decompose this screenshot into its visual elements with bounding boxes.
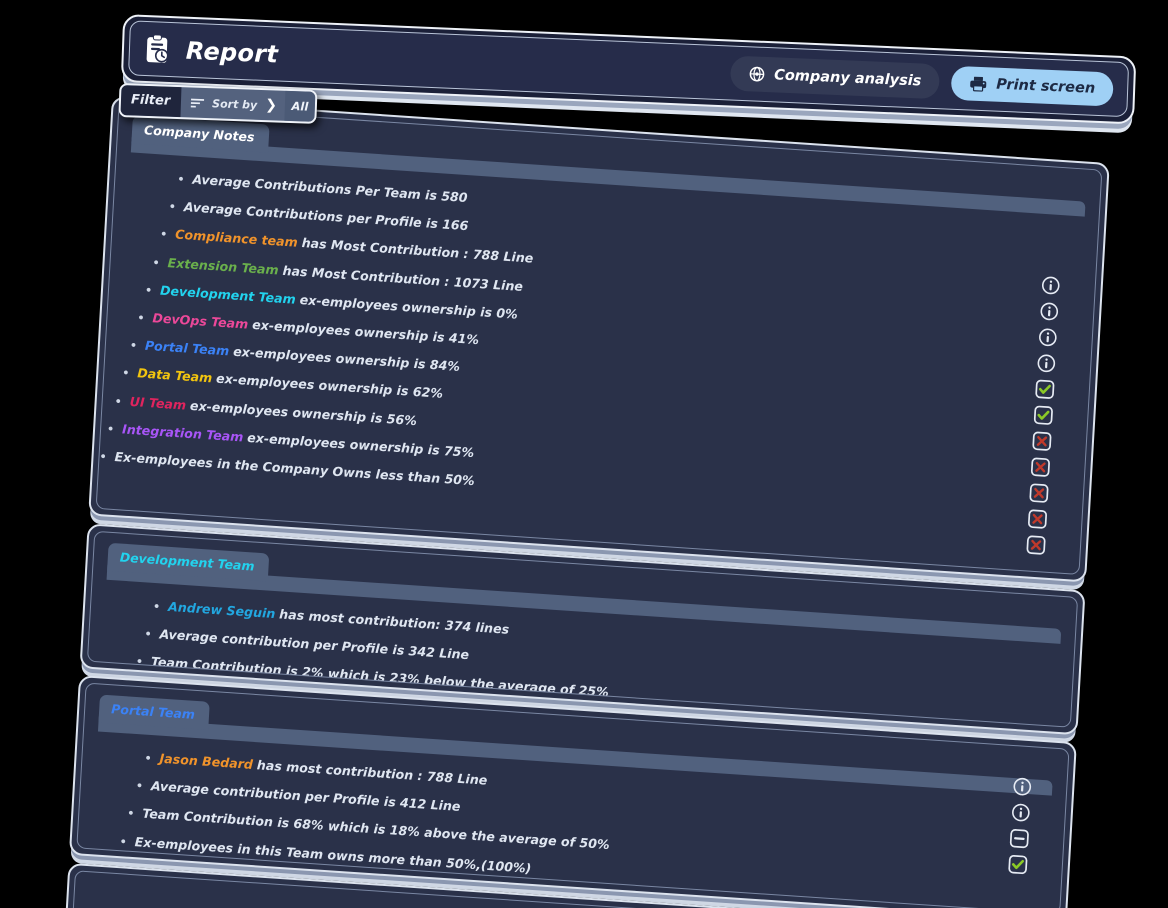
info-icon[interactable] [1036, 353, 1057, 374]
bullet-text: ex-employees ownership is 84% [232, 343, 461, 375]
info-icon[interactable] [1010, 802, 1031, 823]
bullet-text: has most contribution: 374 lines [278, 606, 510, 637]
bullet-text: ex-employees ownership is 41% [251, 316, 480, 348]
check-icon[interactable] [1007, 854, 1028, 875]
cross-icon[interactable] [1025, 534, 1046, 555]
clipboard-search-icon [146, 33, 169, 63]
bullet-text: ex-employees ownership is 0% [299, 291, 519, 322]
bullet-highlight: Extension Team [167, 254, 280, 278]
print-screen-label: Print screen [995, 76, 1096, 97]
check-icon[interactable] [1034, 379, 1055, 400]
info-icon[interactable] [1040, 275, 1061, 296]
sort-lines-icon[interactable] [190, 97, 205, 109]
bullet-highlight: Compliance team [174, 226, 299, 251]
sort-by-label[interactable]: Sort by [212, 97, 257, 112]
cross-icon[interactable] [1031, 431, 1052, 452]
bullet-highlight: Jason Bedard [159, 750, 254, 772]
status-icon-column [1025, 275, 1061, 556]
bullet-dot: • [168, 200, 177, 214]
bullet-text: has Most Contribution : 788 Line [301, 235, 534, 267]
bullet-dot: • [119, 834, 128, 849]
filter-all-chip[interactable]: All [284, 90, 316, 122]
bullet-dot: • [129, 338, 138, 353]
bullet-dot: • [144, 751, 152, 766]
bullet-dot: • [126, 806, 135, 821]
printer-icon [970, 76, 987, 92]
filter-label[interactable]: Filter [120, 85, 182, 118]
bullet-dot: • [121, 366, 130, 381]
bullet-dot: • [135, 655, 144, 669]
bullet-dot: • [152, 255, 161, 270]
filter-toolbar: Filter Sort by ❯ All [118, 83, 318, 124]
info-icon[interactable] [1039, 301, 1060, 322]
cross-icon[interactable] [1030, 457, 1051, 478]
info-icon[interactable] [1012, 776, 1033, 797]
page-title: Report [185, 36, 279, 69]
filter-toolbar-frame: Filter Sort by ❯ All [118, 83, 318, 124]
bullet-dot: • [152, 599, 161, 614]
check-icon[interactable] [1033, 405, 1054, 426]
minus-icon[interactable] [1009, 828, 1030, 849]
company-analysis-button[interactable]: Company analysis [729, 55, 940, 100]
panels-container: Company Notes • Average Contributions Per … [59, 96, 1130, 908]
bullet-dot: • [135, 779, 144, 793]
bullet-highlight: Andrew Seguin [167, 598, 276, 622]
bullet-highlight: UI Team [129, 393, 187, 413]
cross-icon[interactable] [1027, 508, 1048, 529]
bullet-dot: • [106, 422, 115, 436]
bullet-dot: • [137, 311, 145, 325]
bullet-highlight: Development Team [159, 282, 297, 307]
bullet-highlight: Data Team [136, 365, 213, 386]
report-panel: Company Notes • Average Contributions Per … [88, 96, 1110, 583]
print-screen-button[interactable]: Print screen [950, 65, 1114, 107]
bullet-dot: • [159, 227, 168, 242]
bullet-dot: • [99, 449, 107, 464]
globe-network-icon [749, 66, 765, 82]
bullet-text: Average Contributions Per Team is 580 [192, 171, 468, 206]
bullet-text: has Most Contribution : 1073 Line [282, 262, 524, 294]
bullet-dot: • [144, 283, 153, 297]
bullet-text: has most contribution : 788 Line [256, 757, 488, 788]
chevron-right-icon[interactable]: ❯ [265, 97, 277, 113]
bullet-text: ex-employees ownership is 62% [215, 370, 444, 402]
status-icon-column [1007, 776, 1033, 875]
bullet-highlight: Integration Team [121, 421, 244, 445]
header-actions: Company analysis Print screen [729, 55, 1114, 107]
bullet-dot: • [144, 627, 152, 642]
bullet-text: Average Contributions per Profile is 166 [183, 199, 469, 234]
bullet-dot: • [177, 172, 185, 187]
company-analysis-label: Company analysis [773, 66, 922, 89]
bullet-dot: • [114, 394, 123, 408]
panel-inner: Company Notes • Average Contributions Per … [95, 103, 1103, 576]
report-window: Report Company analysis Print screen Fil… [0, 0, 1168, 908]
bullet-highlight: DevOps Team [152, 310, 249, 332]
bullet-highlight: Portal Team [144, 337, 230, 359]
bullet-text: ex-employees ownership is 75% [246, 429, 475, 460]
bullet-list: • Average Contributions Per Team is 580 • A… [99, 169, 948, 532]
info-icon[interactable] [1037, 327, 1058, 348]
bullet-text: ex-employees ownership is 56% [189, 397, 418, 428]
cross-icon[interactable] [1028, 482, 1049, 503]
